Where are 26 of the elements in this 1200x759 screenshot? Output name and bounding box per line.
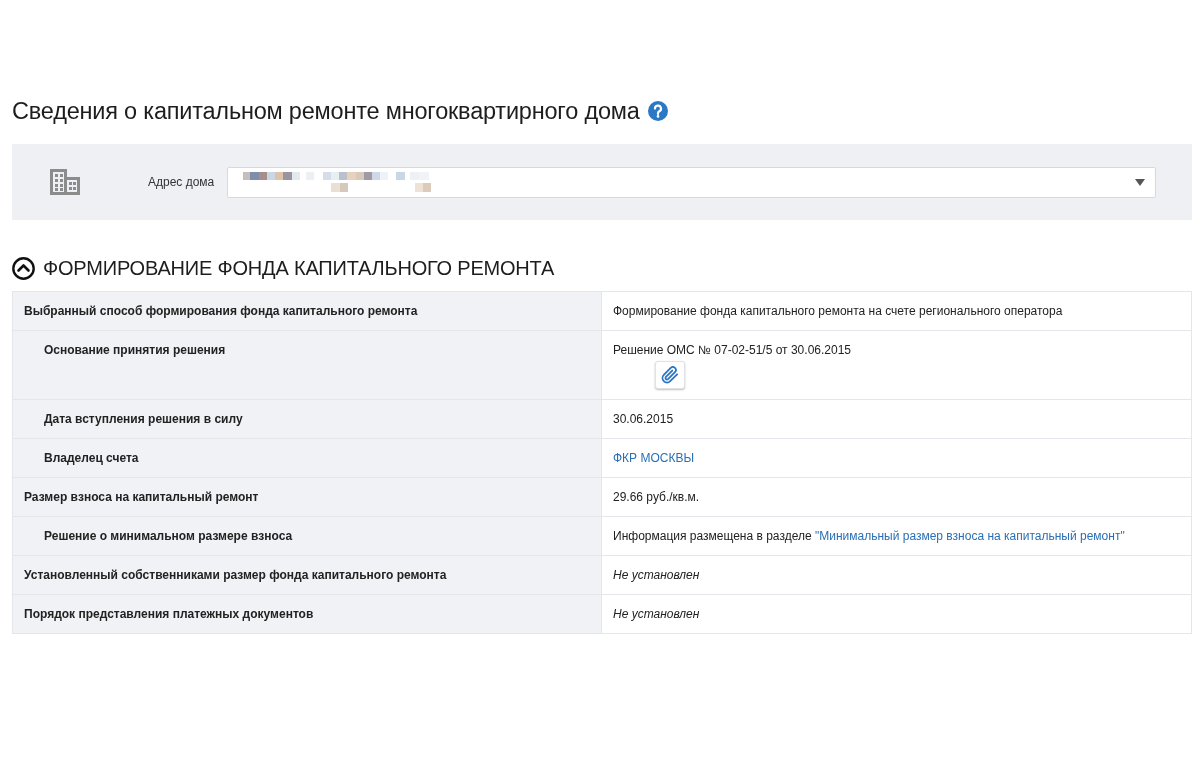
field-label: Порядок представления платежных документов [24, 607, 314, 621]
field-value: Информация размещена в разделе "Минимальный размер взноса на капитальный ремонт" [613, 529, 1125, 543]
field-value: Решение ОМС № 07-02-51/5 от 30.06.2015 [613, 343, 851, 357]
field-value: Не установлен [613, 607, 700, 621]
field-value: Формирование фонда капитального ремонта на счете регионального оператора [613, 304, 1063, 318]
field-value: 30.06.2015 [613, 412, 674, 426]
attachment-button[interactable] [655, 361, 685, 389]
paperclip-icon [661, 366, 679, 384]
section-title: ФОРМИРОВАНИЕ ФОНДА КАПИТАЛЬНОГО РЕМОНТА [43, 256, 555, 281]
help-icon[interactable] [647, 101, 668, 121]
field-value: 29.66 руб./кв.м. [613, 490, 700, 504]
field-label: Решение о минимальном размере взноса [44, 529, 293, 543]
field-label: Дата вступления решения в силу [44, 412, 243, 426]
dropdown-caret-icon [1135, 178, 1145, 186]
field-label: Размер взноса на капитальный ремонт [24, 490, 259, 504]
address-label: Адрес дома [148, 174, 215, 191]
field-label: Основание принятия решения [44, 343, 226, 357]
section-link[interactable]: "Минимальный размер взноса на капитальный ремонт" [814, 529, 1125, 543]
field-label: Владелец счета [44, 451, 139, 465]
field-value: Не установлен [613, 568, 700, 582]
owner-link[interactable]: ФКР МОСКВЫ [613, 451, 695, 465]
field-label: Установленный собственниками размер фонда капитального ремонта [24, 568, 447, 582]
field-label: Выбранный способ формирования фонда капитального ремонта [24, 304, 418, 318]
building-icon [50, 169, 80, 195]
page-title: Сведения о капитальном ремонте многоквартирного дома [12, 97, 640, 125]
collapse-chevron-icon[interactable] [12, 256, 35, 280]
